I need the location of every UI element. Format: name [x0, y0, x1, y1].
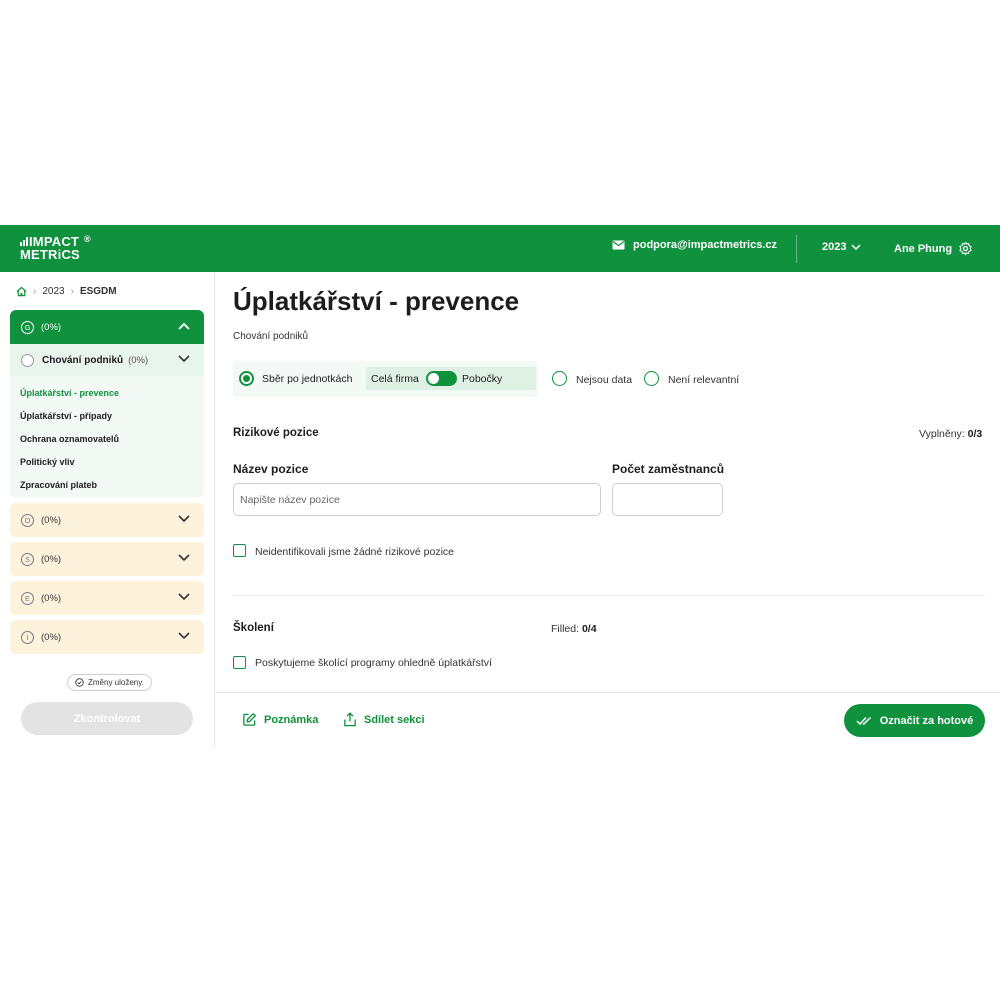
saved-status-text: Změny uloženy.: [88, 678, 144, 687]
category-e-icon: E: [21, 591, 34, 605]
home-icon[interactable]: [16, 286, 27, 297]
radio-no-data-label[interactable]: Nejsou data: [576, 374, 632, 386]
mark-done-button[interactable]: Označit za hotové: [844, 704, 985, 737]
logo-bars-icon: [20, 236, 28, 246]
position-name-input[interactable]: [233, 483, 601, 516]
category-i-header[interactable]: I (0%): [10, 620, 204, 654]
mark-done-label: Označit za hotové: [879, 714, 974, 727]
sidebar-item-bribery-cases[interactable]: Úplatkářství - případy: [20, 411, 112, 421]
main-content: Úplatkářství - prevence Chování podniků …: [216, 272, 1000, 747]
subgroup-header[interactable]: Chování podniků (0%): [10, 344, 204, 376]
share-label: Sdílet sekci: [364, 713, 425, 726]
header-divider: [796, 235, 797, 263]
logo-registered-mark: ®: [84, 234, 91, 244]
scope-toggle-switch[interactable]: [426, 371, 457, 386]
note-label: Poznámka: [264, 713, 319, 726]
chevron-down-icon[interactable]: [178, 632, 190, 640]
toggle-branches-label[interactable]: Pobočky: [462, 373, 502, 385]
training-filled-label: Filled:: [551, 623, 580, 635]
chevron-up-icon[interactable]: [178, 322, 190, 330]
chevron-down-icon[interactable]: [178, 554, 190, 562]
breadcrumb-section[interactable]: ESGDM: [80, 286, 117, 297]
subgroup-items: Úplatkářství - prevence Úplatkářství - p…: [10, 376, 204, 498]
training-programs-label[interactable]: Poskytujeme školící programy ohledně úpl…: [255, 657, 492, 669]
share-section-button[interactable]: Sdílet sekci: [343, 712, 425, 727]
breadcrumb-year[interactable]: 2023: [42, 286, 64, 297]
logo-line2: METRiCS: [20, 247, 80, 262]
risk-positions-title: Rizikové pozice: [233, 427, 319, 439]
toggle-whole-company-label[interactable]: Celá firma: [371, 373, 419, 385]
year-value: 2023: [822, 241, 847, 253]
category-e-header[interactable]: E (0%): [10, 581, 204, 615]
category-s-icon: S: [21, 552, 34, 566]
chevron-down-icon[interactable]: [178, 515, 190, 523]
double-check-icon: [856, 716, 871, 725]
category-g-percent: (0%): [41, 321, 62, 333]
radio-not-relevant-label[interactable]: Není relevantní: [668, 374, 739, 386]
category-i-percent: (0%): [41, 631, 62, 643]
support-email-link[interactable]: podpora@impactmetrics.cz: [612, 239, 777, 251]
section-divider: [233, 595, 985, 596]
sidebar-item-political-influence[interactable]: Politický vliv: [20, 457, 75, 467]
sidebar-item-whistleblower-protection[interactable]: Ochrana oznamovatelů: [20, 434, 119, 444]
subgroup-percent: (0%): [128, 354, 149, 366]
sidebar-item-bribery-prevention[interactable]: Úplatkářství - prevence: [20, 388, 119, 398]
gear-icon[interactable]: [958, 241, 973, 256]
breadcrumb: › 2023 › ESGDM: [16, 286, 117, 297]
check-button[interactable]: Zkontrolovat: [21, 702, 193, 735]
breadcrumb-separator: ›: [33, 286, 37, 297]
page-title: Úplatkářství - prevence: [233, 286, 520, 316]
category-i-icon: I: [21, 630, 34, 644]
training-filled-counter: Filled: 0/4: [551, 623, 597, 635]
collection-option-group: Sběr po jednotkách Celá firma Pobočky: [233, 361, 538, 397]
chevron-down-icon[interactable]: [178, 355, 190, 363]
category-e-percent: (0%): [41, 592, 62, 604]
user-name: Ane Phung: [894, 242, 953, 255]
chevron-down-icon: [851, 243, 862, 250]
mail-icon: [612, 240, 625, 250]
employee-count-label: Počet zaměstnanců: [612, 462, 725, 476]
risk-filled-value: 0/3: [967, 428, 983, 440]
employee-count-input[interactable]: [612, 483, 723, 516]
share-icon: [344, 712, 356, 727]
training-programs-checkbox[interactable]: [233, 656, 246, 669]
radio-no-data[interactable]: [552, 371, 567, 386]
no-risk-positions-label[interactable]: Neidentifikovali jsme žádné rizikové poz…: [255, 546, 454, 558]
sidebar-item-payment-processing[interactable]: Zpracování plateb: [20, 480, 97, 490]
no-risk-positions-checkbox[interactable]: [233, 544, 246, 557]
category-s-header[interactable]: S (0%): [10, 542, 204, 576]
position-name-label: Název pozice: [233, 462, 309, 476]
top-bar: IMPACT METRiCS ® podpora@impactmetrics.c…: [0, 225, 1000, 272]
category-g-header[interactable]: G (0%): [10, 310, 204, 344]
category-o-percent: (0%): [41, 514, 62, 526]
training-filled-value: 0/4: [581, 623, 597, 635]
subgroup-title: Chování podniků: [42, 354, 124, 366]
saved-status-badge: Změny uloženy.: [67, 674, 152, 691]
scope-toggle-group: Celá firma Pobočky: [366, 367, 536, 390]
edit-icon: [243, 713, 256, 726]
category-s-percent: (0%): [41, 553, 62, 565]
impact-metrics-logo[interactable]: IMPACT METRiCS ®: [20, 234, 100, 265]
subgroup-status-icon: [21, 353, 34, 367]
risk-filled-counter: Vyplněny: 0/3: [919, 428, 982, 440]
year-selector[interactable]: 2023: [822, 241, 862, 253]
category-o-icon: O: [21, 513, 34, 527]
risk-filled-label: Vyplněny:: [919, 428, 965, 440]
support-email: podpora@impactmetrics.cz: [633, 239, 777, 251]
footer-actions: Poznámka Sdílet sekci Označit za hotové: [216, 692, 1000, 747]
page-subtitle: Chování podniků: [233, 331, 309, 342]
category-g-icon: G: [21, 320, 34, 334]
chevron-down-icon[interactable]: [178, 593, 190, 601]
check-circle-icon: [75, 678, 84, 687]
category-o-header[interactable]: O (0%): [10, 503, 204, 537]
user-menu[interactable]: Ane Phung: [894, 241, 973, 256]
radio-not-relevant[interactable]: [644, 371, 659, 386]
breadcrumb-separator: ›: [70, 286, 74, 297]
note-button[interactable]: Poznámka: [242, 712, 318, 727]
sidebar: › 2023 › ESGDM G (0%) Chování podniků (0…: [0, 272, 215, 747]
radio-collect-by-units[interactable]: [239, 371, 254, 386]
training-title: Školení: [233, 622, 274, 634]
radio-collect-label[interactable]: Sběr po jednotkách: [262, 373, 352, 385]
